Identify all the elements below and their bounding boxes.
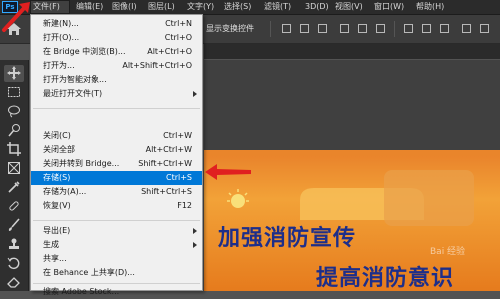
file-menu-dropdown: 新建(N)... Ctrl+N 打开(O)... Ctrl+O 在 Bridge 中… (30, 14, 203, 296)
crop-tool-icon[interactable] (4, 141, 24, 158)
menu-item-label: 最近打开文件(T) (43, 89, 103, 98)
menu-item-shortcut: Shift+Ctrl+S (141, 187, 192, 196)
menu-image[interactable]: 图像(I) (112, 0, 137, 14)
menu-type[interactable]: 文字(Y) (187, 0, 214, 14)
align-right-icon[interactable] (376, 24, 385, 33)
eyedropper-tool-icon[interactable] (4, 179, 24, 196)
menu-item-label: 打开为... (43, 61, 75, 70)
distribute-center-icon[interactable] (422, 24, 431, 33)
bulb-icon (227, 189, 249, 208)
distribute-top-icon[interactable] (404, 24, 413, 33)
menu-item-shortcut: Ctrl+O (164, 33, 192, 42)
menu-item-search-adobe-stock[interactable]: 搜索 Adobe Stock... (31, 285, 202, 299)
menu-item-shortcut: Ctrl+W (163, 131, 192, 140)
menu-item-label: 共享... (43, 254, 67, 263)
menu-item-label: 在 Bridge 中浏览(B)... (43, 47, 126, 56)
menu-item-label: 打开为智能对象... (43, 75, 107, 84)
lasso-tool-icon[interactable] (4, 103, 24, 120)
menu-3d[interactable]: 3D(D) (305, 0, 329, 14)
menu-item-label: 存储(S) (43, 173, 71, 182)
move-tool-icon[interactable] (4, 65, 24, 82)
menu-item-shortcut: Alt+Ctrl+W (145, 145, 192, 154)
eraser-tool-icon[interactable] (4, 274, 24, 291)
menu-help[interactable]: 帮助(H) (416, 0, 444, 14)
menu-item-label: 在 Behance 上共享(D)... (43, 268, 135, 277)
align-horizontal-center-icon[interactable] (358, 24, 367, 33)
submenu-arrow-icon (193, 91, 197, 97)
menu-item-open-recent[interactable]: 最近打开文件(T) (31, 87, 202, 101)
history-brush-tool-icon[interactable] (4, 255, 24, 272)
menu-select[interactable]: 选择(S) (224, 0, 251, 14)
menu-item-close-and-go-to-bridge[interactable]: 关闭并转到 Bridge... Shift+Ctrl+W (31, 157, 202, 171)
marquee-tool-icon[interactable] (4, 84, 24, 101)
brush-tool-icon[interactable] (4, 217, 24, 234)
menu-item-label: 关闭(C) (43, 131, 71, 140)
divider (270, 21, 271, 37)
poster-title-line1: 加强消防宣传 (218, 226, 357, 251)
menu-item-share-on-behance[interactable]: 在 Behance 上共享(D)... (31, 266, 202, 280)
menu-window[interactable]: 窗口(W) (374, 0, 404, 14)
red-arrow-icon (205, 164, 251, 180)
menu-separator (33, 283, 200, 284)
watermark: Bai 经验 (430, 247, 466, 257)
menu-item-label: 关闭并转到 Bridge... (43, 159, 120, 168)
align-top-icon[interactable] (282, 24, 291, 33)
menu-item-share[interactable]: 共享... (31, 252, 202, 266)
align-vertical-center-icon[interactable] (300, 24, 309, 33)
align-left-icon[interactable] (340, 24, 349, 33)
menu-edit[interactable]: 编辑(E) (76, 0, 103, 14)
healing-brush-tool-icon[interactable] (4, 198, 24, 215)
menu-view[interactable]: 视图(V) (335, 0, 363, 14)
menu-filter[interactable]: 滤镜(T) (264, 0, 291, 14)
quick-select-tool-icon[interactable] (4, 122, 24, 139)
divider (394, 21, 395, 37)
menu-item-export[interactable]: 导出(E) (31, 224, 202, 238)
menu-item-open[interactable]: 打开(O)... Ctrl+O (31, 31, 202, 45)
document-tab-bar (204, 44, 500, 59)
menu-item-shortcut: F12 (177, 201, 192, 210)
menu-item-new[interactable]: 新建(N)... Ctrl+N (31, 17, 202, 31)
menu-item-open-as-smart-object[interactable]: 打开为智能对象... (31, 73, 202, 87)
distribute-bottom-icon[interactable] (440, 24, 449, 33)
show-transform-controls-label[interactable]: 显示变换控件 (206, 23, 254, 34)
clone-stamp-tool-icon[interactable] (4, 236, 24, 253)
submenu-arrow-icon (193, 228, 197, 234)
tools-panel (0, 60, 29, 291)
poster-title-line2: 提高消防意识 (316, 266, 455, 291)
menu-item-shortcut: Alt+Shift+Ctrl+O (122, 61, 192, 70)
menu-item-label: 打开(O)... (43, 33, 80, 42)
menu-item-label: 搜索 Adobe Stock... (43, 287, 120, 296)
frame-tool-icon[interactable] (4, 160, 24, 177)
align-bottom-icon[interactable] (318, 24, 327, 33)
distribute-right-icon[interactable] (480, 24, 489, 33)
menu-item-label: 导出(E) (43, 226, 71, 235)
menu-item-browse-in-bridge[interactable]: 在 Bridge 中浏览(B)... Alt+Ctrl+O (31, 45, 202, 59)
menu-item-open-as[interactable]: 打开为... Alt+Shift+Ctrl+O (31, 59, 202, 73)
menu-separator (33, 108, 200, 109)
menu-item-close[interactable]: 关闭(C) Ctrl+W (31, 129, 202, 143)
menu-item-label: 新建(N)... (43, 19, 79, 28)
menu-separator (33, 220, 200, 221)
menu-item-save-as[interactable]: 存储为(A)... Shift+Ctrl+S (31, 185, 202, 199)
menu-item-label: 生成 (43, 240, 59, 249)
submenu-arrow-icon (193, 242, 197, 248)
menu-item-shortcut: Alt+Ctrl+O (147, 47, 192, 56)
distribute-left-icon[interactable] (462, 24, 471, 33)
menu-bar: Ps 文件(F) 编辑(E) 图像(I) 图层(L) 文字(Y) 选择(S) 滤… (0, 0, 500, 15)
menu-item-generate[interactable]: 生成 (31, 238, 202, 252)
menu-item-shortcut: Ctrl+N (165, 19, 192, 28)
menu-item-close-all[interactable]: 关闭全部 Alt+Ctrl+W (31, 143, 202, 157)
menu-item-label: 关闭全部 (43, 145, 75, 154)
menu-item-label: 存储为(A)... (43, 187, 87, 196)
menu-item-save[interactable]: 存储(S) Ctrl+S (31, 171, 202, 185)
menu-layer[interactable]: 图层(L) (148, 0, 175, 14)
menu-item-shortcut: Shift+Ctrl+W (138, 159, 192, 168)
menu-item-label: 恢复(V) (43, 201, 71, 210)
menu-item-shortcut: Ctrl+S (165, 173, 192, 182)
menu-item-revert[interactable]: 恢复(V) F12 (31, 199, 202, 213)
